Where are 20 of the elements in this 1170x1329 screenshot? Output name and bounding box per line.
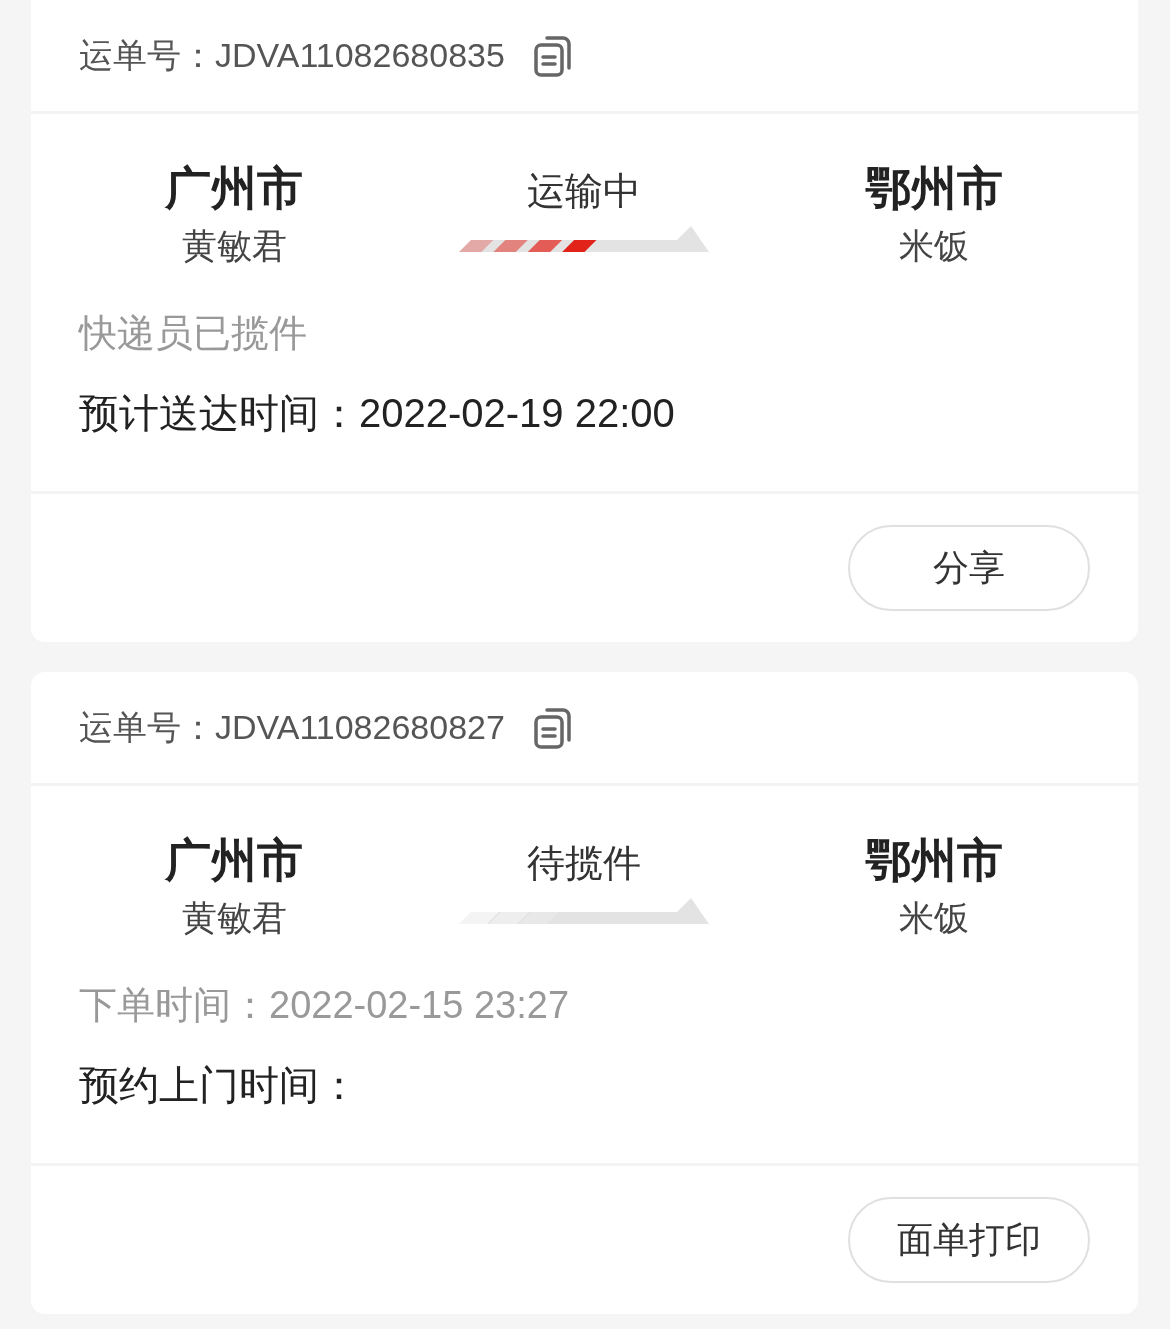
order-time: 预约上门时间： xyxy=(79,1062,360,1109)
order-note: 快递员已揽件 xyxy=(79,311,308,356)
shipment-status: 待揽件 xyxy=(527,841,641,886)
copy-icon[interactable] xyxy=(532,34,573,77)
copy-icon[interactable] xyxy=(532,706,573,749)
destination-city: 鄂州市 xyxy=(865,161,1003,216)
origin-city: 广州市 xyxy=(165,833,303,888)
recipient-name: 米饭 xyxy=(899,225,969,267)
order-time: 预计送达时间：2022-02-19 22:00 xyxy=(79,390,676,437)
action-button[interactable]: 分享 xyxy=(848,525,1090,611)
order-note: 下单时间：2022-02-15 23:27 xyxy=(79,983,571,1028)
sender-name: 黄敏君 xyxy=(181,897,287,939)
waybill-number: 运单号：JDVA11082680827 xyxy=(79,707,505,748)
origin-city: 广州市 xyxy=(165,161,303,216)
sender-name: 黄敏君 xyxy=(181,225,287,267)
recipient-name: 米饭 xyxy=(899,897,969,939)
destination-city: 鄂州市 xyxy=(865,833,1003,888)
waybill-number: 运单号：JDVA11082680835 xyxy=(79,35,505,76)
shipment-status: 运输中 xyxy=(527,169,641,214)
action-button[interactable]: 面单打印 xyxy=(848,1197,1090,1283)
